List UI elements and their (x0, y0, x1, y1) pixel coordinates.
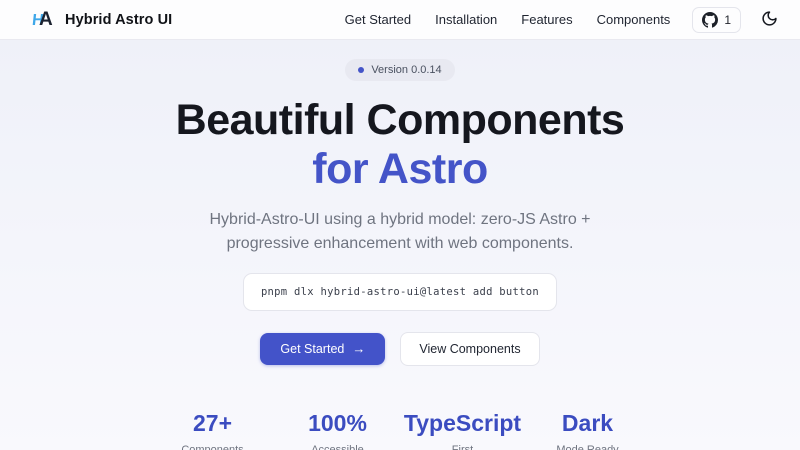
stat-accessible: 100% Accessible (275, 410, 400, 450)
view-components-button[interactable]: View Components (400, 332, 539, 366)
subtitle-line-2: progressive enhancement with web compone… (227, 235, 574, 252)
brand-title: Hybrid Astro UI (65, 12, 172, 28)
get-started-label: Get Started (280, 342, 344, 356)
cta-row: Get Started → View Components (260, 332, 539, 366)
stat-label: First (400, 444, 525, 450)
stat-label: Mode Ready (525, 444, 650, 450)
hero-section: Version 0.0.14 Beautiful Components for … (0, 40, 800, 450)
stat-value: TypeScript (400, 410, 525, 437)
hero-subtitle: Hybrid-Astro-UI using a hybrid model: ze… (209, 208, 590, 256)
version-badge: Version 0.0.14 (345, 59, 454, 81)
github-star-count: 1 (724, 13, 731, 27)
version-dot-icon (358, 67, 364, 73)
github-stars-button[interactable]: 1 (692, 7, 741, 33)
stat-label: Components (150, 444, 275, 450)
subtitle-line-1: Hybrid-Astro-UI using a hybrid model: ze… (209, 211, 590, 228)
brand[interactable]: H A Hybrid Astro UI (32, 8, 172, 32)
title-line-2: for Astro (176, 145, 625, 194)
nav-link-get-started[interactable]: Get Started (345, 12, 411, 27)
version-text: Version 0.0.14 (371, 64, 441, 76)
theme-toggle-button[interactable] (757, 6, 782, 34)
install-command-snippet: pnpm dlx hybrid-astro-ui@latest add butt… (243, 273, 557, 311)
nav-link-installation[interactable]: Installation (435, 12, 497, 27)
page-title: Beautiful Components for Astro (176, 96, 625, 195)
stat-dark-mode: Dark Mode Ready (525, 410, 650, 450)
github-icon (702, 12, 718, 28)
app-logo-icon: H A (32, 8, 56, 32)
stats-row: 27+ Components 100% Accessible TypeScrip… (150, 410, 650, 450)
stat-value: 100% (275, 410, 400, 437)
nav-links: Get Started Installation Features Compon… (345, 12, 671, 27)
stat-value: 27+ (150, 410, 275, 437)
get-started-button[interactable]: Get Started → (260, 333, 385, 365)
moon-icon (761, 10, 778, 30)
nav-link-features[interactable]: Features (521, 12, 572, 27)
nav-right: Get Started Installation Features Compon… (345, 6, 782, 34)
top-nav: H A Hybrid Astro UI Get Started Installa… (0, 0, 800, 40)
title-line-1: Beautiful Components (176, 96, 625, 144)
arrow-right-icon: → (352, 342, 365, 355)
logo-letter-a: A (39, 9, 53, 31)
stat-label: Accessible (275, 444, 400, 450)
nav-link-components[interactable]: Components (597, 12, 671, 27)
stat-components: 27+ Components (150, 410, 275, 450)
stat-typescript: TypeScript First (400, 410, 525, 450)
stat-value: Dark (525, 410, 650, 437)
